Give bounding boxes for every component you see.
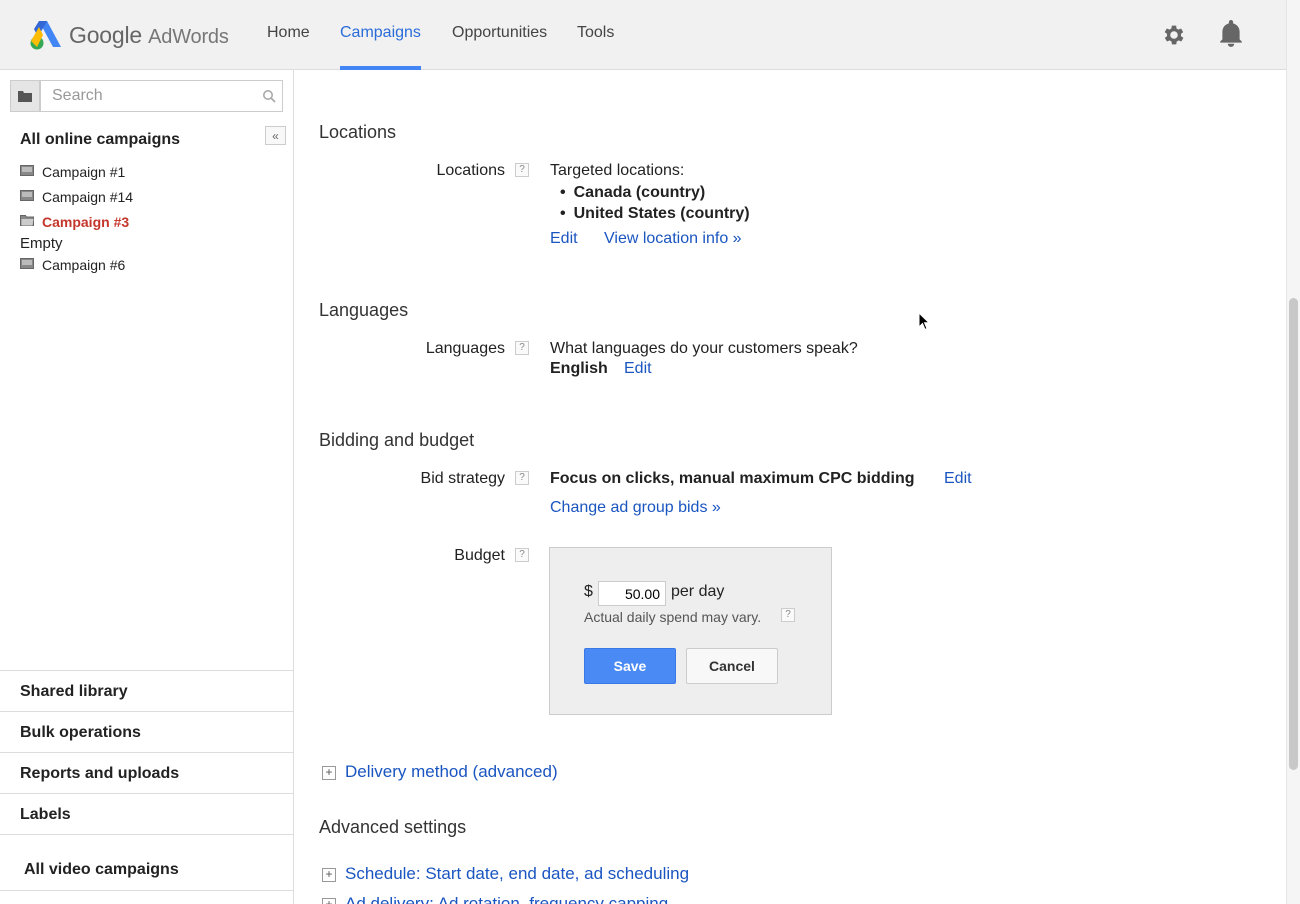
campaign-settings-panel: Locations Locations ? Targeted locations… — [294, 70, 1286, 904]
all-online-campaigns-link[interactable]: All online campaigns — [20, 131, 180, 149]
bulk-operations-link[interactable]: Bulk operations — [0, 711, 293, 752]
adwords-logo[interactable]: Google AdWords — [29, 17, 229, 53]
search-icon[interactable] — [262, 89, 276, 103]
edit-locations-link[interactable]: Edit — [550, 230, 578, 248]
search-input[interactable] — [41, 81, 251, 111]
campaign-label: Campaign #6 — [42, 257, 126, 273]
edit-languages-link[interactable]: Edit — [624, 360, 652, 378]
edit-bid-strategy-link[interactable]: Edit — [944, 470, 972, 488]
folder-icon — [18, 91, 32, 102]
notifications-bell-icon[interactable] — [1218, 20, 1244, 48]
languages-question: What languages do your customers speak? — [550, 340, 858, 357]
adwords-logo-icon — [30, 21, 61, 50]
expand-plus-icon[interactable]: + — [322, 868, 336, 882]
per-day-label: per day — [671, 583, 725, 600]
sidebar-divider — [0, 890, 293, 904]
logo-text: Google AdWords — [69, 21, 229, 48]
schedule-settings-link[interactable]: Schedule: Start date, end date, ad sched… — [345, 864, 689, 884]
save-button[interactable]: Save — [584, 648, 676, 684]
daily-budget-input[interactable] — [598, 581, 666, 606]
campaign-label: Campaign #14 — [42, 189, 134, 205]
search-box — [40, 80, 283, 112]
bidding-section-title: Bidding and budget — [319, 430, 475, 450]
location-item: Canada (country) — [550, 182, 750, 203]
sidebar-campaign-6[interactable]: Campaign #6 — [20, 257, 125, 273]
cancel-button[interactable]: Cancel — [686, 648, 778, 684]
locations-help-icon[interactable]: ? — [515, 163, 529, 177]
empty-campaign-note: Empty — [20, 235, 63, 252]
reports-and-uploads-link[interactable]: Reports and uploads — [0, 752, 293, 793]
campaign-label: Campaign #1 — [42, 164, 126, 180]
page-scrollbar[interactable] — [1286, 0, 1300, 904]
spend-variation-note: Actual daily spend may vary. — [584, 609, 762, 625]
languages-help-icon[interactable]: ? — [515, 341, 529, 355]
folder-toggle-button[interactable] — [10, 80, 40, 112]
advanced-settings-title: Advanced settings — [319, 817, 467, 837]
budget-editor: $ per day Actual daily spend may vary. ?… — [549, 547, 832, 715]
open-campaign-folder-icon — [20, 215, 34, 226]
language-value: English — [550, 360, 608, 377]
bid-strategy-help-icon[interactable]: ? — [515, 471, 529, 485]
budget-help-icon[interactable]: ? — [515, 548, 529, 562]
campaign-label: Campaign #3 — [42, 214, 130, 230]
sidebar-campaign-3-selected[interactable]: Campaign #3 — [20, 214, 129, 230]
sidebar-campaign-1[interactable]: Campaign #1 — [20, 164, 125, 180]
shared-library-link[interactable]: Shared library — [0, 670, 293, 711]
sidebar-campaign-14[interactable]: Campaign #14 — [20, 189, 133, 205]
bid-strategy-value: Focus on clicks, manual maximum CPC bidd… — [550, 470, 915, 487]
campaign-folder-icon — [20, 190, 34, 201]
change-ad-group-bids-link[interactable]: Change ad group bids » — [550, 499, 721, 517]
view-location-info-link[interactable]: View location info » — [604, 230, 742, 248]
delivery-method-link[interactable]: Delivery method (advanced) — [345, 762, 558, 782]
nav-home[interactable]: Home — [267, 0, 310, 70]
budget-label: Budget — [454, 547, 505, 564]
targeted-locations-intro: Targeted locations: — [550, 162, 685, 179]
mouse-pointer-icon — [918, 312, 930, 331]
gear-icon[interactable] — [1161, 22, 1187, 48]
location-item: United States (country) — [550, 203, 750, 224]
targeted-locations-list: Canada (country) United States (country) — [550, 182, 750, 224]
bid-strategy-label: Bid strategy — [420, 470, 505, 487]
spend-note-help-icon[interactable]: ? — [781, 608, 795, 622]
double-chevron-left-icon: « — [272, 128, 279, 143]
sidebar: All online campaigns « Campaign #1 Campa… — [0, 70, 294, 904]
all-video-campaigns-link[interactable]: All video campaigns — [0, 834, 293, 890]
locations-label: Locations — [436, 162, 506, 179]
languages-label: Languages — [425, 340, 505, 357]
expand-plus-icon[interactable]: + — [322, 766, 336, 780]
collapse-sidebar-button[interactable]: « — [265, 126, 286, 145]
labels-link[interactable]: Labels — [0, 793, 293, 834]
expand-plus-icon[interactable]: + — [322, 898, 336, 904]
ad-delivery-settings-link[interactable]: Ad delivery: Ad rotation, frequency capp… — [345, 894, 668, 904]
nav-opportunities[interactable]: Opportunities — [452, 0, 547, 70]
campaign-folder-icon — [20, 165, 34, 176]
scrollbar-thumb[interactable] — [1289, 298, 1298, 770]
currency-symbol: $ — [584, 583, 593, 600]
nav-tools[interactable]: Tools — [577, 0, 614, 70]
campaign-folder-icon — [20, 258, 34, 269]
languages-section-title: Languages — [319, 300, 409, 320]
locations-section-title: Locations — [319, 122, 397, 142]
top-header: Google AdWords Home Campaigns Opportunit… — [0, 0, 1300, 70]
nav-campaigns[interactable]: Campaigns — [340, 0, 421, 70]
